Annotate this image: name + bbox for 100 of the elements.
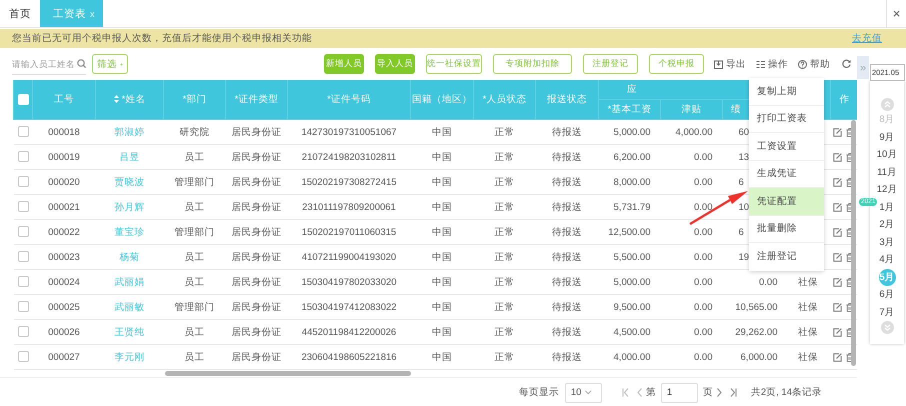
row-checkbox[interactable] bbox=[18, 226, 28, 238]
month-item[interactable]: 3月 bbox=[879, 236, 895, 249]
edit-icon[interactable] bbox=[832, 128, 842, 136]
table-cell: 150304197412083022 bbox=[301, 302, 397, 312]
table-cell: 中国 bbox=[432, 202, 452, 212]
menu-item[interactable]: 生成凭证 bbox=[749, 160, 824, 188]
row-checkbox[interactable] bbox=[18, 351, 28, 362]
edit-icon[interactable] bbox=[832, 352, 842, 362]
table-cell: 中国 bbox=[432, 276, 452, 288]
help-button[interactable]: 帮助 bbox=[798, 58, 830, 70]
table-cell: 正常 bbox=[494, 352, 514, 362]
table-cell: 居民身份证 bbox=[232, 176, 282, 188]
menu-item[interactable]: 工资设置 bbox=[749, 133, 824, 160]
horizontal-scrollbar[interactable] bbox=[165, 371, 411, 376]
table-cell: 员工 bbox=[184, 326, 204, 338]
table-cell: 居民身份证 bbox=[232, 126, 282, 138]
table-cell: 4,500.00 bbox=[614, 326, 650, 338]
table-cell: 待报送 bbox=[552, 326, 582, 338]
menu-item[interactable]: 注册登记 bbox=[749, 243, 824, 270]
page-size-select[interactable]: 10 bbox=[564, 382, 602, 402]
row-checkbox[interactable] bbox=[18, 176, 28, 188]
column-header: 报送状态 bbox=[547, 94, 587, 105]
page-suffix: 页 bbox=[702, 386, 713, 399]
next-page-icon[interactable] bbox=[716, 388, 722, 397]
menu-item[interactable]: 凭证配置 bbox=[749, 188, 824, 216]
edit-icon[interactable] bbox=[832, 278, 842, 286]
table-cell: 6,200.00 bbox=[614, 152, 650, 162]
month-item[interactable]: 1月 bbox=[879, 200, 895, 214]
month-item[interactable]: 11月 bbox=[877, 166, 897, 179]
table-cell: 150202197011060315 bbox=[302, 226, 396, 238]
chevron-down-icon bbox=[585, 390, 592, 395]
month-item[interactable]: 12月 bbox=[876, 183, 898, 196]
table-cell: 管理部门 bbox=[174, 176, 214, 188]
month-item[interactable]: 6月 bbox=[879, 288, 895, 302]
month-item[interactable]: 4月 bbox=[879, 253, 895, 266]
table-cell: 待报送 bbox=[552, 126, 582, 138]
table-cell: 员工 bbox=[184, 276, 204, 288]
page-input[interactable]: 1 bbox=[660, 382, 698, 402]
edit-icon[interactable] bbox=[832, 328, 842, 336]
column-header: *证件类型 bbox=[234, 94, 278, 105]
row-checkbox[interactable] bbox=[18, 201, 28, 212]
row-checkbox[interactable] bbox=[18, 326, 28, 338]
table-cell: 待报送 bbox=[552, 202, 582, 212]
table-cell: 231011197809200061 bbox=[302, 202, 396, 212]
edit-icon[interactable] bbox=[832, 252, 842, 262]
table-cell: 230604198605221816 bbox=[301, 352, 397, 362]
month-item[interactable]: 9月 bbox=[879, 130, 895, 144]
table-cell: 居民身份证 bbox=[232, 202, 282, 212]
table-cell: 0.00 bbox=[759, 276, 778, 288]
edit-icon[interactable] bbox=[832, 202, 842, 212]
table-cell: 0.00 bbox=[694, 276, 712, 288]
table-cell: 12,500.00 bbox=[608, 226, 650, 238]
menu-item[interactable]: 批量删除 bbox=[749, 216, 824, 243]
table-cell: 社保 bbox=[798, 352, 818, 362]
table-cell: 中国 bbox=[432, 126, 452, 138]
vertical-scrollbar[interactable] bbox=[851, 120, 856, 366]
table-cell: 中国 bbox=[432, 326, 452, 338]
table-cell: 5,731.79 bbox=[614, 202, 650, 212]
column-header: *证件号码 bbox=[327, 94, 371, 105]
table-cell: 000026 bbox=[48, 326, 80, 338]
edit-icon[interactable] bbox=[832, 178, 842, 186]
table-cell: 社保 bbox=[798, 302, 818, 312]
export-button[interactable]: 导出 bbox=[714, 58, 746, 70]
table-cell: 居民身份证 bbox=[232, 152, 282, 162]
edit-icon[interactable] bbox=[832, 228, 842, 236]
table-cell: 000025 bbox=[48, 302, 80, 312]
edit-icon[interactable] bbox=[832, 152, 842, 162]
month-item[interactable]: 2月 bbox=[879, 218, 895, 232]
month-item[interactable]: 7月 bbox=[879, 306, 895, 319]
row-checkbox[interactable] bbox=[18, 151, 28, 162]
table-cell: 居民身份证 bbox=[232, 352, 282, 362]
table-cell: 社保 bbox=[798, 276, 818, 288]
table-cell: 5,500.00 bbox=[614, 252, 650, 262]
table-cell: 待报送 bbox=[552, 152, 582, 162]
table-cell: 210724198203102811 bbox=[302, 152, 396, 162]
row-checkbox[interactable] bbox=[18, 126, 28, 138]
search-icon bbox=[77, 59, 86, 68]
table-cell: 29,262.00 bbox=[735, 326, 778, 338]
table-cell: 60 bbox=[738, 126, 750, 138]
table-cell: 000021 bbox=[48, 202, 80, 212]
menu-item[interactable]: 打印工资表 bbox=[749, 106, 824, 133]
operate-button[interactable]: 操作 bbox=[756, 58, 788, 70]
select-all-checkbox[interactable] bbox=[18, 94, 28, 105]
table-cell: 000020 bbox=[48, 176, 80, 188]
table-cell: 正常 bbox=[494, 152, 514, 162]
row-checkbox[interactable] bbox=[18, 276, 28, 288]
column-header: *基本工资 bbox=[608, 104, 652, 115]
table-cell: 居民身份证 bbox=[232, 276, 282, 288]
edit-icon[interactable] bbox=[832, 302, 842, 312]
table-cell: 6,000.00 bbox=[740, 352, 778, 362]
table-cell: 待报送 bbox=[552, 252, 582, 262]
search-field[interactable]: 请输入员工姓名 bbox=[12, 54, 86, 74]
row-checkbox[interactable] bbox=[18, 301, 28, 312]
table-cell: 000023 bbox=[48, 252, 80, 262]
menu-item[interactable]: 复制上期 bbox=[749, 78, 824, 106]
row-checkbox[interactable] bbox=[18, 251, 28, 262]
refresh-icon[interactable] bbox=[842, 59, 852, 69]
last-page-icon[interactable] bbox=[730, 388, 737, 397]
month-item[interactable]: 10月 bbox=[876, 148, 898, 162]
tab[interactable]: 首页 bbox=[0, 0, 40, 27]
